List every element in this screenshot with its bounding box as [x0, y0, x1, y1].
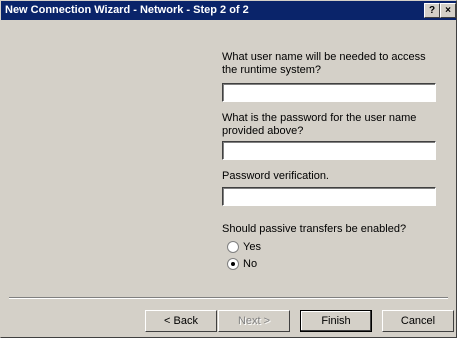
radio-no-label[interactable]: No [243, 258, 257, 271]
separator-highlight [9, 298, 448, 299]
window-title: New Connection Wizard - Network - Step 2… [5, 4, 249, 16]
radio-yes-icon[interactable] [227, 241, 239, 253]
password-label: What is the password for the user name p… [222, 112, 417, 137]
finish-button[interactable]: Finish [300, 310, 372, 332]
verify-input[interactable] [225, 189, 433, 204]
title-bar: New Connection Wizard - Network - Step 2… [1, 1, 456, 20]
radio-no-icon[interactable] [227, 258, 239, 270]
password-input[interactable] [225, 143, 433, 158]
close-icon[interactable]: × [440, 3, 456, 18]
password-field[interactable] [222, 141, 436, 160]
back-button[interactable]: < Back [145, 310, 217, 332]
radio-yes-label[interactable]: Yes [243, 241, 261, 254]
username-input[interactable] [225, 85, 433, 100]
next-button[interactable]: Next > [218, 310, 290, 332]
verify-field[interactable] [222, 187, 436, 206]
username-field[interactable] [222, 83, 436, 102]
wizard-window: New Connection Wizard - Network - Step 2… [0, 0, 457, 338]
help-icon[interactable]: ? [424, 3, 440, 18]
username-label: What user name will be needed to access … [222, 51, 426, 76]
verify-label: Password verification. [222, 170, 329, 182]
cancel-button[interactable]: Cancel [382, 310, 454, 332]
passive-label: Should passive transfers be enabled? [222, 223, 407, 235]
